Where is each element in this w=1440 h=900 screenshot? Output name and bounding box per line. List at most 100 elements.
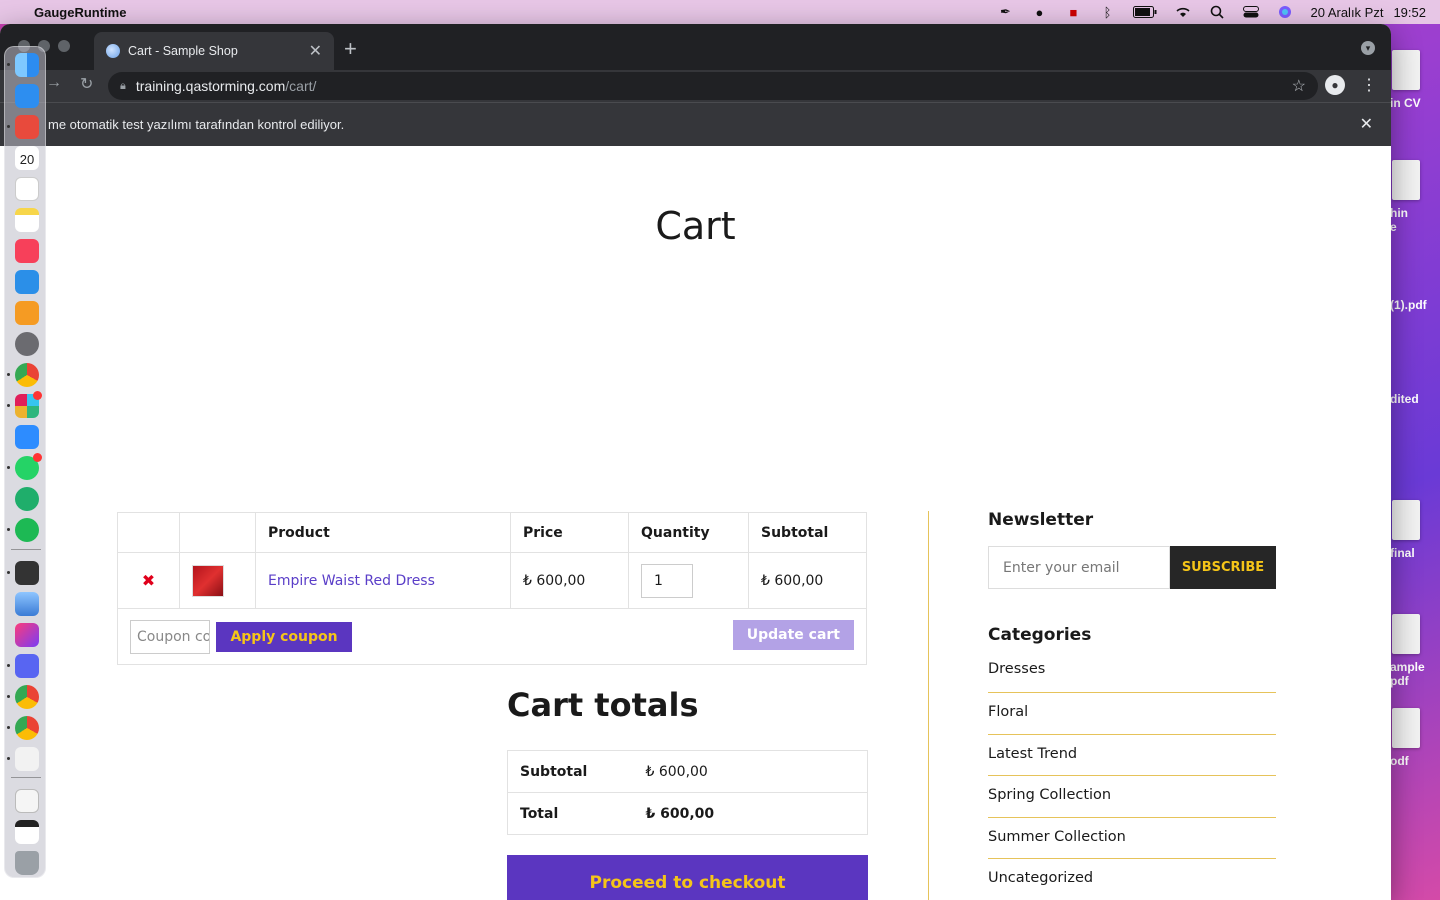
running-indicator (7, 125, 10, 128)
desktop-file[interactable]: final (1390, 500, 1440, 560)
mail-icon[interactable] (15, 84, 39, 108)
cloud-icon[interactable] (15, 487, 39, 511)
menu-kebab-icon[interactable]: ⋮ (1361, 75, 1377, 95)
preview-icon[interactable] (15, 592, 39, 616)
product-thumbnail[interactable] (192, 564, 224, 597)
running-indicator (7, 63, 10, 66)
running-indicator (7, 466, 10, 469)
desktop-file[interactable]: ample pdf (1390, 614, 1440, 688)
gauge-icon[interactable] (15, 561, 39, 585)
proceed-to-checkout-button[interactable]: Proceed to checkout (507, 855, 868, 900)
coupon-input[interactable]: Coupon code (130, 619, 210, 654)
product-link[interactable]: Empire Waist Red Dress (268, 573, 435, 589)
header-price: Price (510, 512, 629, 553)
infobar-text: me otomatik test yazılımı tarafından kon… (48, 117, 345, 132)
tab-bar: Cart - Sample Shop ✕ + ▾ (0, 24, 1391, 70)
document-icon (1392, 708, 1420, 748)
tab-cart[interactable]: Cart - Sample Shop ✕ (94, 32, 334, 70)
total-value: ₺ 600,00 (633, 792, 868, 835)
dock-separator (11, 777, 41, 778)
calendar-icon[interactable]: 20 (15, 146, 39, 170)
category-link[interactable]: Dresses (988, 661, 1276, 693)
control-center-icon[interactable] (1242, 5, 1260, 19)
profile-icon[interactable]: ● (1325, 75, 1345, 95)
category-link[interactable]: Latest Trend (988, 735, 1276, 776)
slack-icon[interactable] (15, 391, 42, 418)
spotify-icon[interactable] (15, 518, 39, 542)
menu-clock[interactable]: 20 Aralık Pzt 19:52 (1310, 5, 1426, 20)
acrobat-icon[interactable]: ■ (1064, 5, 1082, 20)
desktop-file[interactable]: hin e (1390, 160, 1440, 234)
siri-icon[interactable] (1276, 5, 1294, 19)
desktop-file[interactable]: dited (1390, 392, 1440, 406)
feather-icon[interactable]: ✒ (996, 4, 1014, 19)
window-icon[interactable] (15, 820, 39, 844)
document-icon (1392, 160, 1420, 200)
whatsapp-icon[interactable] (15, 453, 42, 480)
notes-icon[interactable] (15, 208, 39, 232)
newsletter-email-input[interactable]: Enter your email (988, 546, 1170, 589)
document-icon (1392, 614, 1420, 654)
remove-item-icon[interactable]: ✖ (142, 571, 155, 590)
desktop-file[interactable]: odf (1390, 708, 1440, 768)
lock-icon[interactable]: 🔒︎ (120, 80, 126, 93)
forward-icon[interactable]: → (46, 74, 62, 94)
cart-actions-row: Coupon code Apply coupon Update cart (117, 608, 867, 665)
spotlight-icon[interactable] (1208, 5, 1226, 19)
quantity-input[interactable]: 1 (641, 563, 693, 598)
running-indicator (7, 373, 10, 376)
page-title: Cart (655, 204, 736, 248)
chrome-icon[interactable] (15, 363, 39, 387)
address-bar[interactable]: 🔒︎ training.qastorming.com/cart/ ☆ (108, 72, 1318, 100)
intellij-icon[interactable] (15, 623, 39, 647)
document-icon (1392, 50, 1420, 90)
file-icon[interactable] (15, 789, 39, 813)
new-tab-icon[interactable]: + (344, 36, 357, 62)
menu-bar: GaugeRuntime ✒ ● ■ ᛒ 20 Aralık Pzt 19:52 (0, 0, 1440, 24)
category-link[interactable]: Uncategorized (988, 859, 1276, 900)
category-link[interactable]: Summer Collection (988, 818, 1276, 859)
pages-icon[interactable] (15, 301, 39, 325)
finder-icon[interactable] (15, 53, 39, 77)
desktop-file[interactable]: in CV (1390, 50, 1440, 110)
newsletter-title: Newsletter (988, 510, 1094, 530)
settings-icon[interactable] (15, 332, 39, 356)
java-icon[interactable] (15, 747, 39, 771)
category-link[interactable]: Spring Collection (988, 776, 1276, 818)
apply-coupon-button[interactable]: Apply coupon (216, 621, 352, 652)
category-link[interactable]: Floral (988, 693, 1276, 735)
automation-infobar: me otomatik test yazılımı tarafından kon… (0, 102, 1391, 146)
reload-icon[interactable]: ↻ (80, 74, 93, 94)
bluetooth-icon[interactable]: ᛒ (1098, 5, 1116, 20)
totals-row-subtotal: Subtotal ₺ 600,00 (507, 750, 868, 793)
keynote-icon[interactable] (15, 270, 39, 294)
discord-icon[interactable] (15, 654, 39, 678)
zoom-window-button[interactable] (58, 40, 70, 52)
app-status-icon[interactable]: ● (1030, 5, 1048, 20)
close-tab-icon[interactable]: ✕ (309, 41, 322, 61)
reminders-icon[interactable] (15, 177, 39, 201)
item-subtotal: ₺ 600,00 (748, 552, 867, 609)
subscribe-button[interactable]: SUBSCRIBE (1170, 546, 1276, 589)
toolbar-right: ● ⋮ (1325, 75, 1377, 95)
close-infobar-icon[interactable]: ✕ (1360, 114, 1373, 134)
tab-search-icon[interactable]: ▾ (1361, 41, 1375, 55)
chrome-icon[interactable] (15, 685, 39, 709)
chrome-icon[interactable] (15, 716, 39, 740)
menu-app-name[interactable]: GaugeRuntime (34, 5, 126, 20)
bookmark-star-icon[interactable]: ☆ (1292, 76, 1306, 96)
favicon-icon (106, 44, 120, 58)
cart-table: Product Price Quantity Subtotal ✖ Empire… (117, 512, 867, 665)
update-cart-button[interactable]: Update cart (732, 619, 854, 650)
zoom-icon[interactable] (15, 425, 39, 449)
sidebar: Newsletter Enter your email SUBSCRIBE Ca… (988, 510, 1276, 900)
trash-icon[interactable] (15, 851, 39, 875)
music-icon[interactable] (15, 239, 39, 263)
desktop-file[interactable]: (1).pdf (1390, 298, 1440, 312)
battery-icon[interactable] (1132, 5, 1158, 19)
header-thumbnail (179, 512, 256, 553)
header-quantity: Quantity (628, 512, 749, 553)
gmail-icon[interactable] (15, 115, 39, 139)
wifi-icon[interactable] (1174, 5, 1192, 19)
running-indicator (7, 695, 10, 698)
